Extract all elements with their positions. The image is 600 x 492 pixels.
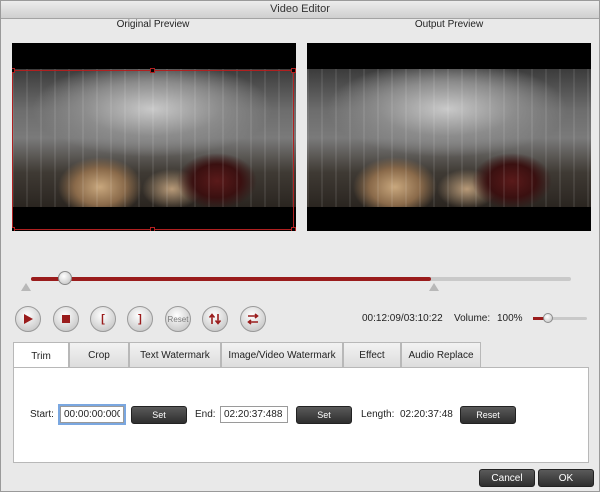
trim-start-marker[interactable] — [21, 283, 31, 291]
trim-end-marker[interactable] — [429, 283, 439, 291]
video-editor-window: Video Editor Original Preview Output Pre… — [0, 0, 600, 492]
end-label: End: — [195, 409, 216, 420]
volume-value: 100% — [497, 313, 523, 324]
start-time-field[interactable] — [60, 406, 124, 423]
mark-out-button[interactable]: ] — [127, 306, 153, 332]
trim-reset-button[interactable]: Reset — [460, 406, 516, 424]
tab-audio-replace[interactable]: Audio Replace — [401, 342, 481, 368]
crop-handle[interactable] — [291, 227, 296, 231]
timeline-playhead[interactable] — [58, 271, 72, 285]
rotate-button[interactable] — [240, 306, 266, 332]
stop-icon — [62, 315, 70, 323]
timeline-selection-fill — [31, 277, 431, 281]
reset-button[interactable]: Reset — [165, 306, 191, 332]
crop-frame[interactable] — [12, 68, 296, 231]
output-preview — [307, 43, 591, 231]
crop-handle[interactable] — [150, 227, 155, 231]
window-title: Video Editor — [270, 3, 330, 15]
set-start-button[interactable]: Set — [131, 406, 187, 424]
length-label: Length: — [361, 409, 395, 420]
length-value: 02:20:37:48 — [400, 409, 453, 420]
cancel-button[interactable]: Cancel — [479, 469, 535, 487]
mark-in-button[interactable]: [ — [90, 306, 116, 332]
output-preview-label: Output Preview — [414, 19, 484, 30]
time-readout: 00:12:09/03:10:22 — [362, 313, 443, 324]
play-icon — [24, 314, 33, 324]
title-bar: Video Editor — [1, 1, 599, 19]
volume-knob[interactable] — [543, 313, 553, 323]
flip-vertical-icon — [208, 313, 222, 325]
flip-button[interactable] — [202, 306, 228, 332]
crop-handle[interactable] — [12, 68, 15, 73]
set-end-button[interactable]: Set — [296, 406, 352, 424]
timeline-slider[interactable] — [31, 277, 571, 281]
crop-handle[interactable] — [150, 68, 155, 73]
ok-button[interactable]: OK — [538, 469, 594, 487]
tab-effect[interactable]: Effect — [343, 342, 401, 368]
rotate-icon — [247, 313, 259, 325]
tab-crop[interactable]: Crop — [69, 342, 129, 368]
original-preview-label: Original Preview — [116, 19, 190, 30]
trim-panel: Start: Set End: Set Length: 02:20:37:48 … — [13, 367, 589, 463]
stop-button[interactable] — [53, 306, 79, 332]
volume-label: Volume: — [454, 313, 491, 324]
tab-image-video-watermark[interactable]: Image/Video Watermark — [221, 342, 343, 368]
output-video-frame — [307, 69, 591, 207]
tab-trim[interactable]: Trim — [13, 342, 69, 369]
tab-text-watermark[interactable]: Text Watermark — [129, 342, 221, 368]
volume-slider[interactable] — [533, 317, 587, 320]
crop-handle[interactable] — [291, 68, 296, 73]
play-button[interactable] — [15, 306, 41, 332]
start-label: Start: — [30, 409, 54, 420]
crop-handle[interactable] — [12, 227, 15, 231]
original-preview[interactable] — [12, 43, 296, 231]
end-time-field[interactable] — [220, 406, 288, 423]
